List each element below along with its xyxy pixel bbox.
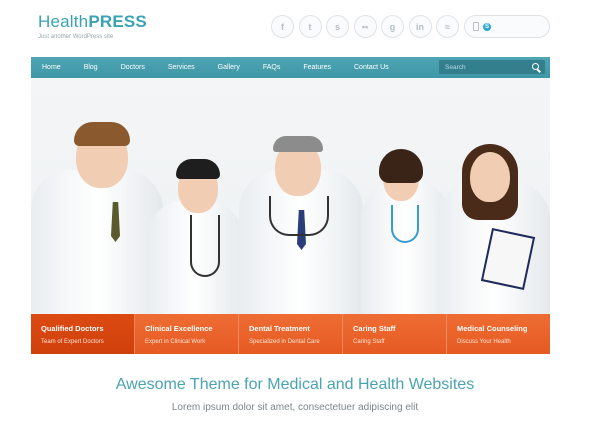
feature-caring-staff[interactable]: Caring Staff Caring Staff: [342, 314, 446, 354]
rss-icon[interactable]: ≈: [436, 15, 459, 38]
feature-title: Dental Treatment: [249, 324, 310, 333]
nav-item-gallery[interactable]: Gallery: [206, 57, 251, 78]
main-nav: Home Blog Doctors Services Gallery FAQs …: [31, 57, 550, 78]
feature-title: Caring Staff: [353, 324, 396, 333]
feature-title: Qualified Doctors: [41, 324, 104, 333]
skype-contact-icon: S: [483, 22, 491, 31]
search-input[interactable]: [445, 63, 529, 71]
linkedin-icon[interactable]: in: [408, 15, 432, 38]
nav-item-faqs[interactable]: FAQs: [251, 57, 292, 78]
feature-subtitle: Specialized in Dental Care: [249, 339, 320, 345]
feature-qualified-doctors[interactable]: Qualified Doctors Team of Expert Doctors: [31, 314, 134, 354]
feature-title: Medical Counseling: [457, 324, 528, 333]
nav-item-services[interactable]: Services: [156, 57, 206, 78]
twitter-icon[interactable]: t: [298, 15, 322, 38]
site-logo[interactable]: HealthPRESS Just another WordPress site: [38, 12, 147, 40]
feature-clinical-excellence[interactable]: Clinical Excellence Expert in Clinical W…: [134, 314, 238, 354]
facebook-icon[interactable]: f: [271, 15, 294, 38]
feature-title: Clinical Excellence: [145, 324, 213, 333]
feature-bar: Qualified Doctors Team of Expert Doctors…: [31, 314, 550, 354]
feature-medical-counseling[interactable]: Medical Counseling Discuss Your Health: [446, 314, 550, 354]
doctor-figure: [239, 110, 363, 314]
nav-item-contact-us[interactable]: Contact Us: [343, 57, 401, 78]
page-subheadline: Lorem ipsum dolor sit amet, consectetuer…: [171, 402, 419, 413]
doctor-figure: [146, 155, 246, 314]
site-tagline: Just another WordPress site: [38, 34, 114, 40]
nav-item-home[interactable]: Home: [31, 57, 72, 78]
nav-item-blog[interactable]: Blog: [72, 57, 109, 78]
nav-item-features[interactable]: Features: [292, 57, 343, 78]
flickr-icon[interactable]: ••: [353, 15, 377, 38]
hero-image: [31, 78, 550, 314]
feature-subtitle: Expert in Clinical Work: [145, 339, 206, 345]
google-icon[interactable]: g: [381, 15, 404, 38]
feature-subtitle: Team of Expert Doctors: [41, 339, 104, 345]
nav-item-doctors[interactable]: Doctors: [109, 57, 156, 78]
skype-icon[interactable]: s: [326, 15, 349, 38]
contact-pill[interactable]: S: [464, 15, 550, 38]
feature-subtitle: Discuss Your Health: [457, 339, 511, 345]
site-title: HealthPRESS: [38, 12, 147, 31]
social-links: f t s •• g in ≈: [271, 15, 459, 38]
feature-dental-treatment[interactable]: Dental Treatment Specialized in Dental C…: [238, 314, 342, 354]
search-box: [439, 60, 545, 74]
doctor-figure: [436, 112, 550, 314]
search-icon[interactable]: [532, 63, 539, 70]
feature-subtitle: Caring Staff: [353, 339, 385, 345]
phone-icon: [473, 22, 479, 31]
page-headline: Awesome Theme for Medical and Health Web…: [115, 376, 475, 393]
